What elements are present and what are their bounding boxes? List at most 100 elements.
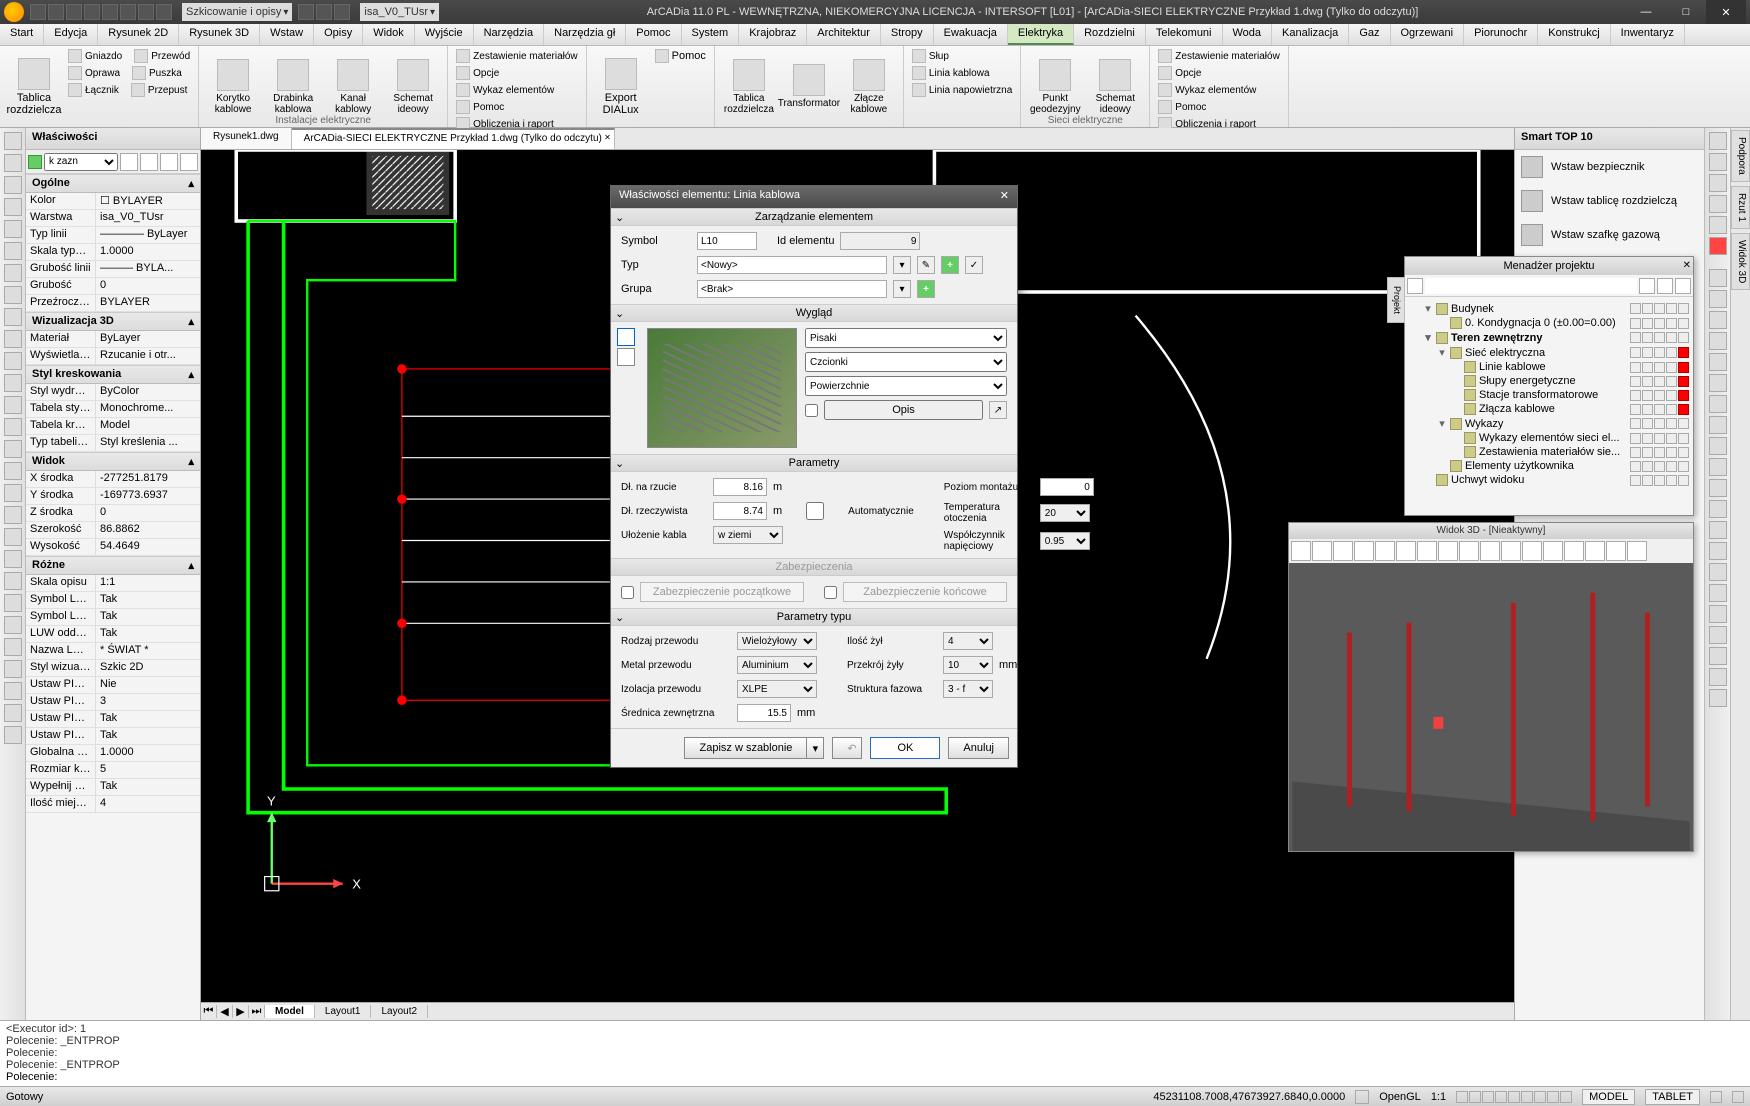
prop-row[interactable]: Wysokość54.4649 — [26, 539, 200, 556]
prop-row[interactable]: Tabela kreśle...Model — [26, 418, 200, 435]
tree-item[interactable]: ▾Teren zewnętrzny — [1423, 330, 1689, 345]
tool-icon[interactable] — [4, 506, 22, 524]
prop-row[interactable]: MateriałByLayer — [26, 331, 200, 348]
right-side-tab[interactable]: Widok 3D — [1731, 233, 1750, 290]
tool-icon[interactable] — [1709, 237, 1727, 255]
tree-item[interactable]: Linie kablowe — [1423, 360, 1689, 374]
v3-tb-icon[interactable] — [1438, 541, 1458, 561]
status-toggle-icon[interactable] — [1469, 1091, 1481, 1103]
input-symbol[interactable] — [697, 232, 757, 250]
btn-opis[interactable]: Opis — [824, 400, 983, 420]
input-group[interactable] — [697, 280, 887, 298]
maximize-button[interactable]: □ — [1666, 0, 1706, 24]
ribbon-tab[interactable]: Rysunek 2D — [98, 24, 179, 45]
ribbon-tab[interactable]: Piorunochr — [1464, 24, 1538, 45]
select-cores[interactable]: 4 — [943, 632, 993, 650]
ribbon-tab[interactable]: Narzędzia gł — [544, 24, 626, 45]
prop-row[interactable]: Grubość0 — [26, 278, 200, 295]
quick-access-toolbar[interactable] — [30, 4, 172, 20]
qat-icon[interactable] — [66, 4, 82, 20]
status-toggle-icon[interactable] — [1495, 1091, 1507, 1103]
qat-layer-combo[interactable]: isa_V0_TUsr ▾ — [360, 3, 439, 21]
status-icon[interactable] — [1732, 1091, 1744, 1103]
prop-section-header[interactable]: Wizualizacja 3D▴ — [26, 312, 200, 331]
tool-icon[interactable] — [4, 638, 22, 656]
tool-icon[interactable] — [4, 132, 22, 150]
menu-icon[interactable] — [28, 155, 42, 169]
tool-icon[interactable] — [1709, 563, 1727, 581]
tool-icon[interactable] — [4, 704, 22, 722]
ribbon-tab[interactable]: Wstaw — [260, 24, 314, 45]
tool-icon[interactable] — [4, 594, 22, 612]
tool-icon[interactable] — [1709, 689, 1727, 707]
check-auto[interactable] — [788, 502, 842, 520]
status-icon[interactable] — [1355, 1090, 1369, 1104]
rbtn-tablica-rozdzielcza[interactable]: Tablica rozdzielcza — [6, 48, 62, 125]
v3-tb-icon[interactable] — [1627, 541, 1647, 561]
rbtn-small[interactable]: Opcje — [1156, 65, 1282, 81]
prop-row[interactable]: Symbol LUW...Tak — [26, 592, 200, 609]
rbtn-small[interactable]: Pomoc — [454, 99, 580, 115]
tool-icon[interactable] — [4, 220, 22, 238]
close-button[interactable]: ✕ — [1706, 0, 1746, 24]
prop-row[interactable]: Rozmiar kurs...5 — [26, 762, 200, 779]
tree-item[interactable]: 0. Kondygnacja 0 (±0.00=0.00) — [1423, 316, 1689, 330]
ribbon-tab[interactable]: Opisy — [314, 24, 363, 45]
tool-icon[interactable] — [1709, 584, 1727, 602]
rbtn-big[interactable]: Schemat ideowy — [385, 48, 441, 125]
ribbon-tab[interactable]: Konstrukcj — [1538, 24, 1610, 45]
status-toggle-icon[interactable] — [1521, 1091, 1533, 1103]
rbtn-small[interactable]: Łącznik — [66, 82, 121, 98]
input-dl-plan[interactable] — [713, 478, 767, 496]
v3-tb-icon[interactable] — [1354, 541, 1374, 561]
v3-tb-icon[interactable] — [1501, 541, 1521, 561]
rbtn-small[interactable]: Linia kablowa — [910, 65, 1014, 81]
rbtn-small[interactable]: Opcje — [454, 65, 580, 81]
prop-section-header[interactable]: Widok▴ — [26, 452, 200, 471]
select-fonts[interactable]: Czcionki — [805, 352, 1007, 372]
status-icon[interactable] — [1710, 1091, 1722, 1103]
input-wire-diam[interactable] — [737, 704, 791, 722]
prop-section-header[interactable]: Różne▴ — [26, 556, 200, 575]
status-btn-tablet[interactable]: TABLET — [1645, 1089, 1700, 1105]
rbtn-pomoc[interactable]: Pomoc — [653, 48, 708, 64]
dialog-close-icon[interactable]: ✕ — [1000, 189, 1009, 205]
ribbon-tab[interactable]: Widok — [363, 24, 415, 45]
ribbon-tab[interactable]: Krajobraz — [739, 24, 807, 45]
group-add-icon[interactable]: + — [917, 280, 935, 298]
dialog-section-appearance[interactable]: ⌄Wygląd — [611, 304, 1017, 322]
ribbon-tab[interactable]: Inwentaryz — [1611, 24, 1685, 45]
tree-item[interactable]: Elementy użytkownika — [1423, 459, 1689, 473]
qat-icons-2[interactable] — [298, 4, 350, 20]
tool-icon[interactable] — [1709, 174, 1727, 192]
ribbon-tab[interactable]: Start — [0, 24, 44, 45]
ribbon-tab[interactable]: Elektryka — [1008, 24, 1074, 45]
v3-tb-icon[interactable] — [1480, 541, 1500, 561]
layout-tab[interactable]: Model — [265, 1005, 315, 1018]
tool-icon[interactable] — [4, 198, 22, 216]
pm-tb-icon[interactable] — [1639, 278, 1655, 294]
project-tree[interactable]: ▾Budynek0. Kondygnacja 0 (±0.00=0.00)▾Te… — [1405, 297, 1693, 491]
rbtn-small[interactable]: Zestawienie materiałów — [1156, 48, 1282, 64]
smart-item[interactable]: Wstaw szafkę gazową — [1515, 218, 1704, 252]
prop-section-header[interactable]: Ogólne▴ — [26, 174, 200, 193]
rbtn-small[interactable]: Puszka — [130, 65, 184, 81]
doc-tab[interactable]: ArCADia-SIECI ELEKTRYCZNE Przykład 1.dwg… — [292, 128, 615, 149]
prop-section-header[interactable]: Styl kreskowania▴ — [26, 365, 200, 384]
tool-icon[interactable] — [1709, 500, 1727, 518]
tool-icon[interactable] — [1709, 332, 1727, 350]
prop-row[interactable]: Styl wydrukuByColor — [26, 384, 200, 401]
tool-icon[interactable] — [1709, 605, 1727, 623]
status-toggle-icon[interactable] — [1560, 1091, 1572, 1103]
v3-tb-icon[interactable] — [1375, 541, 1395, 561]
rbtn-small[interactable]: Wykaz elementów — [1156, 82, 1282, 98]
select-surfaces[interactable]: Powierzchnie — [805, 376, 1007, 396]
ribbon-tab[interactable]: Gaz — [1349, 24, 1390, 45]
view3d-panel[interactable]: Widok 3D - [Nieaktywny] — [1288, 522, 1694, 852]
props-tb-icon[interactable] — [180, 153, 198, 171]
dialog-section-manage[interactable]: ⌄Zarządzanie elementem — [611, 208, 1017, 226]
check-prot-end[interactable] — [824, 586, 837, 599]
tree-item[interactable]: Uchwyt widoku — [1423, 473, 1689, 487]
projman-side-tab[interactable]: Projekt — [1387, 277, 1405, 323]
ribbon-tab[interactable]: Architektur — [807, 24, 881, 45]
